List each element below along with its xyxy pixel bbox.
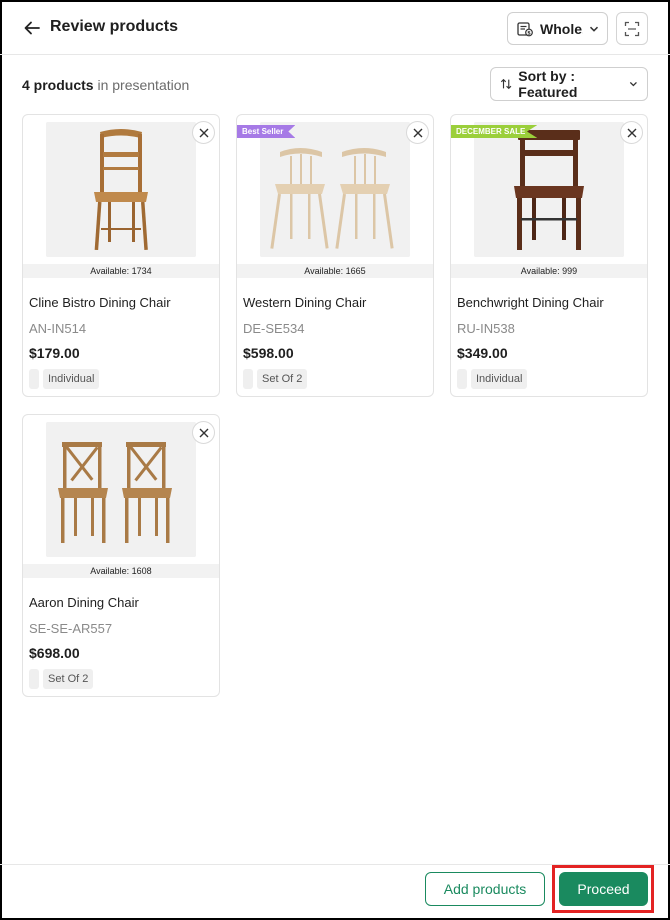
product-tag: Individual: [471, 369, 528, 389]
product-tag: Set Of 2: [43, 669, 94, 689]
product-count-rest: in presentation: [97, 77, 190, 93]
product-image: [46, 422, 196, 557]
ribbon-badge: DECEMBER SALE: [451, 125, 538, 138]
back-button[interactable]: [18, 14, 46, 42]
close-icon: [199, 128, 208, 137]
chair-image-icon: [474, 122, 624, 257]
top-bar: Review products $ Whole...: [0, 0, 670, 55]
chair-image-icon: [46, 422, 196, 557]
proceed-button[interactable]: Proceed: [559, 872, 648, 906]
tag-placeholder: [243, 369, 253, 389]
remove-product-button[interactable]: [620, 121, 643, 144]
product-card[interactable]: Available: 1608 Aaron Dining Chair SE-SE…: [22, 414, 220, 697]
product-tags: Individual: [457, 369, 528, 389]
product-image: [474, 122, 624, 257]
svg-text:$: $: [527, 30, 531, 36]
remove-product-button[interactable]: [192, 121, 215, 144]
chair-image-icon: [46, 122, 196, 257]
tag-placeholder: [457, 369, 467, 389]
product-sku: RU-IN538: [457, 321, 515, 336]
ribbon-badge: Best Seller: [237, 125, 296, 138]
product-sku: DE-SE534: [243, 321, 305, 336]
product-price: $179.00: [29, 345, 80, 361]
remove-product-button[interactable]: [192, 421, 215, 444]
product-tags: Set Of 2: [29, 669, 94, 689]
tag-placeholder: [29, 669, 39, 689]
product-sku: AN-IN514: [29, 321, 87, 336]
product-count-bold: 4 products: [22, 77, 94, 93]
chair-image-icon: [260, 122, 410, 257]
product-count: 4 products in presentation: [22, 77, 189, 93]
page-title: Review products: [50, 18, 179, 35]
close-icon: [413, 128, 422, 137]
product-price: $598.00: [243, 345, 294, 361]
product-tags: Individual: [29, 369, 100, 389]
product-name: Cline Bistro Dining Chair: [29, 295, 171, 310]
product-card[interactable]: DECEMBER SALE Available: 999 Benchwright…: [450, 114, 648, 397]
price-type-dropdown[interactable]: $ Whole...: [507, 12, 608, 45]
product-name: Benchwright Dining Chair: [457, 295, 604, 310]
price-type-label: Whole...: [540, 20, 583, 37]
availability: Available: 1734: [23, 264, 219, 278]
product-price: $349.00: [457, 345, 508, 361]
product-card[interactable]: Best Seller Available: 1665 Western Dini…: [236, 114, 434, 397]
product-card[interactable]: Available: 1734 Cline Bistro Dining Chai…: [22, 114, 220, 397]
product-name: Western Dining Chair: [243, 295, 367, 310]
sort-dropdown[interactable]: Sort by : Featured: [490, 67, 648, 101]
availability: Available: 1608: [23, 564, 219, 578]
scan-button[interactable]: [616, 12, 648, 45]
availability: Available: 999: [451, 264, 647, 278]
add-products-button[interactable]: Add products: [425, 872, 545, 906]
arrow-left-icon: [24, 21, 40, 35]
availability: Available: 1665: [237, 264, 433, 278]
product-image: [260, 122, 410, 257]
price-tag-icon: $: [517, 21, 533, 36]
product-sku: SE-SE-AR557: [29, 621, 113, 636]
chevron-down-icon: [589, 26, 599, 32]
close-icon: [199, 428, 208, 437]
product-name: Aaron Dining Chair: [29, 595, 139, 610]
sort-label: Sort by : Featured: [518, 68, 578, 100]
tag-placeholder: [29, 369, 39, 389]
scan-icon: [624, 21, 640, 36]
sort-arrows-icon: [500, 78, 512, 90]
product-tag: Set Of 2: [257, 369, 308, 389]
product-tag: Individual: [43, 369, 100, 389]
product-tags: Set Of 2: [243, 369, 308, 389]
close-icon: [627, 128, 636, 137]
remove-product-button[interactable]: [406, 121, 429, 144]
chevron-down-icon: [630, 81, 638, 87]
product-image: [46, 122, 196, 257]
product-price: $698.00: [29, 645, 80, 661]
